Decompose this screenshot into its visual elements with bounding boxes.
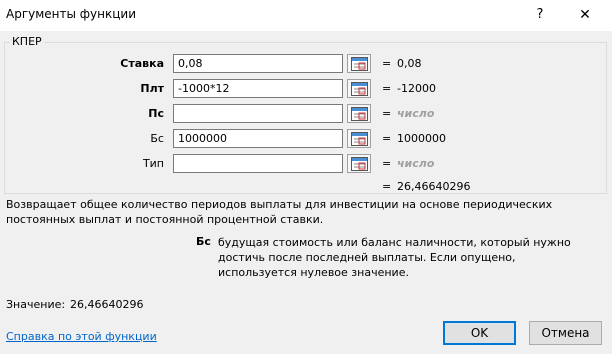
range-select-icon (351, 132, 368, 146)
arg-input-plt[interactable]: -1000*12 (173, 79, 343, 98)
current-argument-description: будущая стоимость или баланс наличности,… (218, 236, 571, 279)
arg-result-ps: число (397, 107, 435, 120)
value-result: 26,46640296 (70, 298, 144, 311)
arg-label-ps: Пс (148, 107, 164, 120)
help-icon[interactable]: ? (533, 5, 547, 25)
equals-sign: = (382, 57, 392, 70)
arg-input-ps[interactable] (173, 104, 343, 123)
arg-input-stavka[interactable]: 0,08 (173, 54, 343, 73)
function-description: Возвращает общее количество периодов вып… (6, 198, 553, 226)
collapse-dialog-button-ps[interactable] (347, 104, 371, 123)
cancel-button[interactable]: Отмена (529, 321, 602, 345)
equals-sign: = (382, 107, 392, 120)
collapse-dialog-button-tip[interactable] (347, 154, 371, 173)
arg-label-tip: Тип (142, 157, 164, 170)
arg-result-bs: 1000000 (397, 132, 446, 145)
arg-label-bs: Бс (150, 132, 164, 145)
collapse-dialog-button-stavka[interactable] (347, 54, 371, 73)
arg-result-stavka: 0,08 (397, 57, 422, 70)
range-select-icon (351, 107, 368, 121)
equals-sign: = (382, 157, 392, 170)
range-select-icon (351, 57, 368, 71)
collapse-dialog-button-bs[interactable] (347, 129, 371, 148)
function-help-link[interactable]: Справка по этой функции (6, 330, 157, 343)
title-bar: Аргументы функции ? ✕ (0, 0, 612, 31)
current-argument-name: Бс (196, 235, 211, 248)
equals-sign: = (382, 82, 392, 95)
arg-label-plt: Плт (140, 82, 164, 95)
window-title: Аргументы функции (6, 7, 137, 21)
formula-result: 26,46640296 (397, 180, 471, 193)
collapse-dialog-button-plt[interactable] (347, 79, 371, 98)
value-label: Значение: (6, 298, 66, 311)
arg-result-plt: -12000 (397, 82, 436, 95)
formula-result-equals: = (382, 180, 392, 193)
arg-label-stavka: Ставка (120, 57, 164, 70)
close-icon[interactable]: ✕ (570, 3, 600, 27)
function-name: КПЕР (10, 35, 44, 48)
arg-input-tip[interactable] (173, 154, 343, 173)
equals-sign: = (382, 132, 392, 145)
ok-button[interactable]: OK (443, 321, 516, 345)
arg-result-tip: число (397, 157, 435, 170)
range-select-icon (351, 82, 368, 96)
range-select-icon (351, 157, 368, 171)
arg-input-bs[interactable]: 1000000 (173, 129, 343, 148)
